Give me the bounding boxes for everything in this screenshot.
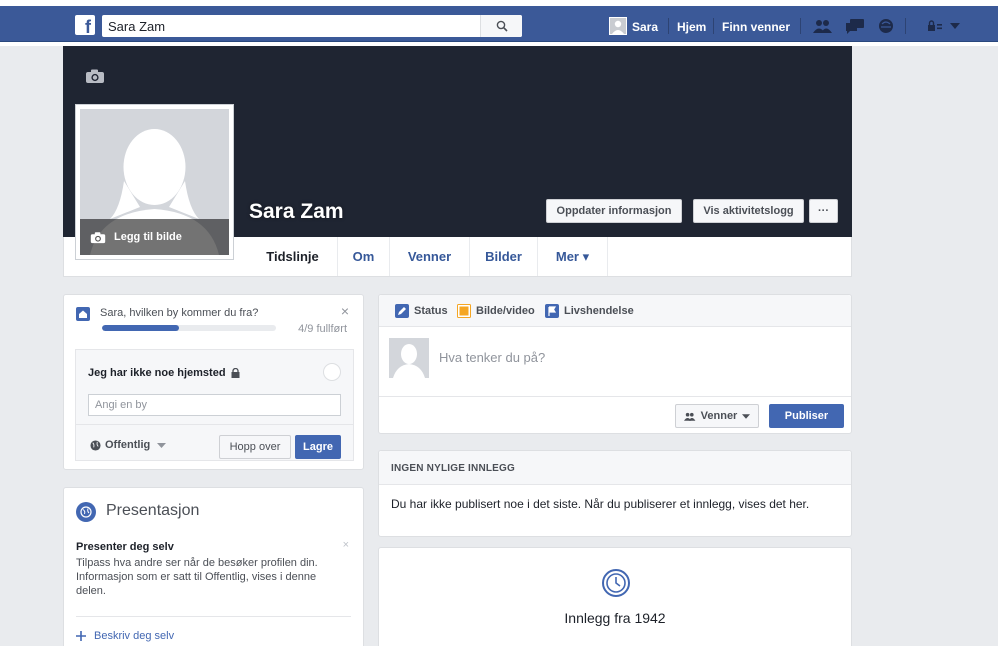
progress-label: 4/9 fullført: [298, 323, 347, 335]
activity-log-button[interactable]: Vis aktivitetslogg: [693, 199, 804, 223]
nav-profile-link[interactable]: Sara: [632, 20, 658, 34]
intro-globe-icon: [76, 502, 96, 522]
nav-find-friends-link[interactable]: Finn venner: [722, 20, 790, 34]
composer-tab-status[interactable]: Status: [395, 304, 448, 318]
messages-button[interactable]: [845, 17, 865, 35]
account-menu-button[interactable]: [948, 17, 962, 35]
divider: [76, 616, 351, 617]
close-icon[interactable]: ×: [343, 539, 349, 551]
house-icon: [76, 307, 90, 321]
search-box: [102, 15, 522, 37]
update-info-button[interactable]: Oppdater informasjon: [546, 199, 682, 223]
chevron-down-icon: [157, 442, 167, 448]
no-hometown-option[interactable]: Jeg har ikke noe hjemsted: [88, 367, 240, 379]
camera-icon: [90, 231, 106, 243]
friends-icon: [683, 412, 696, 421]
friends-icon: [813, 20, 832, 33]
no-hometown-radio[interactable]: [323, 363, 341, 381]
nav-separator: [800, 18, 801, 34]
publish-button[interactable]: Publiser: [769, 404, 844, 428]
tab-friends[interactable]: Venner: [390, 237, 470, 276]
privacy-shortcuts-button[interactable]: [925, 17, 945, 35]
messages-icon: [846, 19, 864, 34]
lock-icon: [231, 368, 240, 378]
top-bar: f Sara Hjem Finn venner: [0, 0, 998, 46]
composer-tab-life-event[interactable]: Livshendelse: [545, 304, 634, 318]
present-yourself-description: Tilpass hva andre ser når de besøker pro…: [76, 557, 318, 597]
composer-input[interactable]: Hva tenker du på?: [439, 350, 545, 365]
audience-selector[interactable]: Venner: [675, 404, 759, 428]
friend-requests-button[interactable]: [813, 17, 833, 35]
add-profile-photo-button[interactable]: Legg til bilde: [80, 219, 229, 255]
nav-separator: [905, 18, 906, 34]
search-icon: [496, 20, 508, 32]
skip-button[interactable]: Hopp over: [219, 435, 291, 459]
nav-separator: [668, 18, 669, 34]
more-options-button[interactable]: ···: [809, 199, 838, 223]
profile-name[interactable]: Sara Zam: [249, 200, 344, 224]
tab-timeline[interactable]: Tidslinje: [248, 237, 338, 276]
hometown-question: Sara, hvilken by kommer du fra?: [100, 307, 259, 319]
close-icon[interactable]: ×: [341, 303, 349, 319]
facebook-logo-icon[interactable]: f: [75, 15, 95, 35]
composer-tab-life-event-label: Livshendelse: [564, 305, 634, 317]
composer-tab-status-label: Status: [414, 305, 448, 317]
avatar-silhouette-icon: [389, 338, 429, 378]
nav-home-link[interactable]: Hjem: [677, 20, 706, 34]
composer-tabs: Status Bilde/video Livshendelse: [379, 295, 851, 327]
cover-camera-button[interactable]: [85, 68, 105, 87]
notifications-button[interactable]: [876, 17, 896, 35]
blue-nav-bar: f Sara Hjem Finn venner: [0, 6, 998, 42]
no-posts-heading: INGEN NYLIGE INNLEGG: [391, 463, 516, 474]
photo-icon: [457, 304, 471, 318]
composer-tab-photo-video-label: Bilde/video: [476, 305, 535, 317]
composer-avatar: [389, 338, 429, 378]
dropdown-arrow-icon: [950, 23, 960, 29]
audience-label: Venner: [700, 410, 738, 422]
no-posts-header: INGEN NYLIGE INNLEGG: [379, 451, 851, 485]
tab-more[interactable]: Mer ▾: [538, 237, 608, 276]
intro-card: Presentasjon Presenter deg selv × Tilpas…: [63, 487, 364, 646]
no-recent-posts-card: INGEN NYLIGE INNLEGG Du har ikke publise…: [378, 450, 852, 537]
post-composer: Status Bilde/video Livshendelse Hva tenk…: [378, 294, 852, 434]
plus-icon: [76, 631, 86, 641]
composer-footer: Venner Publiser: [379, 396, 851, 434]
no-posts-message: Du har ikke publisert noe i det siste. N…: [391, 497, 810, 511]
search-input[interactable]: [102, 15, 482, 37]
profile-picture[interactable]: Legg til bilde: [75, 104, 234, 260]
tab-about[interactable]: Om: [338, 237, 390, 276]
save-button[interactable]: Lagre: [295, 435, 341, 459]
privacy-icon: [928, 20, 942, 31]
divider: [76, 424, 353, 425]
nav-separator: [713, 18, 714, 34]
posts-from-label[interactable]: Innlegg fra 1942: [379, 610, 851, 626]
search-button[interactable]: [480, 15, 522, 37]
intro-title: Presentasjon: [106, 502, 200, 519]
nav-avatar[interactable]: [609, 17, 627, 35]
add-photo-label: Legg til bilde: [114, 231, 182, 243]
clock-icon: [601, 568, 631, 598]
privacy-selector[interactable]: Offentlig: [90, 439, 167, 451]
notifications-icon: [879, 19, 893, 33]
camera-icon: [86, 69, 104, 83]
composer-tab-photo-video[interactable]: Bilde/video: [457, 304, 535, 318]
chevron-down-icon: [742, 413, 751, 419]
progress-fill: [102, 325, 180, 331]
globe-icon: [90, 439, 101, 451]
flag-icon: [545, 304, 559, 318]
present-yourself-title: Presenter deg selv: [76, 541, 174, 553]
no-hometown-label: Jeg har ikke noe hjemsted: [88, 367, 226, 379]
hometown-form: Jeg har ikke noe hjemsted Offentlig Hopp…: [75, 349, 354, 461]
describe-yourself-link[interactable]: Beskriv deg selv: [76, 630, 174, 642]
pencil-icon: [395, 304, 409, 318]
tab-photos[interactable]: Bilder: [470, 237, 538, 276]
avatar-silhouette-icon: [610, 18, 626, 34]
city-input[interactable]: [88, 394, 341, 416]
profile-progress-bar: [102, 325, 276, 331]
posts-from-year-card: Innlegg fra 1942: [378, 547, 852, 646]
describe-yourself-label: Beskriv deg selv: [94, 630, 175, 642]
hometown-question-card: Sara, hvilken by kommer du fra? × 4/9 fu…: [63, 294, 364, 470]
privacy-label: Offentlig: [105, 439, 151, 451]
